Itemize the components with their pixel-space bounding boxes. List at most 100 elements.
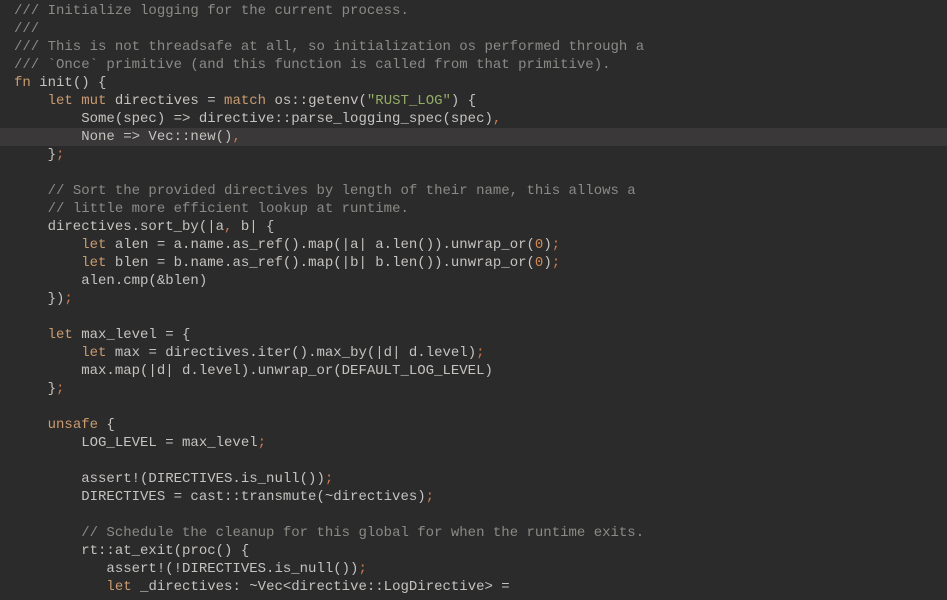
code-line[interactable]: directives.sort_by(|a, b| { (14, 218, 947, 236)
token-orange_punct: , (232, 129, 240, 145)
token-comment: /// (14, 21, 39, 37)
token-orange_punct: ; (552, 255, 560, 271)
code-line[interactable] (14, 506, 947, 524)
code-line[interactable]: LOG_LEVEL = max_level; (14, 434, 947, 452)
token-orange_punct: ; (358, 561, 366, 577)
token-orange_punct: ; (426, 489, 434, 505)
token-string: "RUST_LOG" (367, 93, 451, 109)
token-punct: () { (73, 75, 107, 91)
token-ident: alen.cmp(&blen) (14, 273, 207, 289)
token-ident: blen = b.name.as_ref().map(|b| b.len()).… (106, 255, 534, 271)
token-orange_punct: ; (552, 237, 560, 253)
token-ident: b| { (232, 219, 274, 235)
code-line[interactable]: }; (14, 380, 947, 398)
token-orange_punct: ; (64, 291, 72, 307)
code-line[interactable]: rt::at_exit(proc() { (14, 542, 947, 560)
token-keyword: let (81, 255, 106, 271)
token-orange_punct: ; (56, 381, 64, 397)
code-line[interactable] (14, 398, 947, 416)
token-ident: directives = (106, 93, 224, 109)
code-line[interactable]: max.map(|d| d.level).unwrap_or(DEFAULT_L… (14, 362, 947, 380)
code-line[interactable]: let max = directives.iter().max_by(|d| d… (14, 344, 947, 362)
token-keyword: fn (14, 75, 31, 91)
token-keyword: match (224, 93, 266, 109)
code-editor[interactable]: /// Initialize logging for the current p… (14, 2, 947, 596)
token-keyword: let mut (48, 93, 107, 109)
token-ident (14, 579, 106, 595)
token-ident: ) (543, 237, 551, 253)
code-line[interactable] (14, 164, 947, 182)
token-ident: os::getenv( (266, 93, 367, 109)
token-keyword: let (81, 345, 106, 361)
code-line[interactable]: let max_level = { (14, 326, 947, 344)
code-line[interactable] (14, 308, 947, 326)
token-comment: /// This is not threadsafe at all, so in… (14, 39, 644, 55)
token-ident (14, 327, 48, 343)
token-ident: alen = a.name.as_ref().map(|a| a.len()).… (106, 237, 534, 253)
code-line[interactable]: let _directives: ~Vec<directive::LogDire… (14, 578, 947, 596)
token-keyword: let (48, 327, 73, 343)
code-line[interactable]: }); (14, 290, 947, 308)
token-ident: assert!(!DIRECTIVES.is_null()) (14, 561, 358, 577)
code-line[interactable]: // Sort the provided directives by lengt… (14, 182, 947, 200)
token-ident (14, 93, 48, 109)
code-line[interactable]: /// Initialize logging for the current p… (14, 2, 947, 20)
token-ident: assert!(DIRECTIVES.is_null()) (14, 471, 325, 487)
code-line[interactable]: assert!(!DIRECTIVES.is_null()); (14, 560, 947, 578)
token-def: init (31, 75, 73, 91)
token-keyword: let (81, 237, 106, 253)
code-line[interactable]: // Schedule the cleanup for this global … (14, 524, 947, 542)
code-line[interactable]: DIRECTIVES = cast::transmute(~directives… (14, 488, 947, 506)
token-ident: LOG_LEVEL = max_level (14, 435, 258, 451)
token-ident: DIRECTIVES = cast::transmute(~directives… (14, 489, 426, 505)
token-ident: ) (543, 255, 551, 271)
code-line[interactable]: assert!(DIRECTIVES.is_null()); (14, 470, 947, 488)
token-ident (14, 183, 48, 199)
code-line[interactable]: alen.cmp(&blen) (14, 272, 947, 290)
code-line[interactable]: fn init() { (14, 74, 947, 92)
code-line[interactable]: let alen = a.name.as_ref().map(|a| a.len… (14, 236, 947, 254)
code-line[interactable] (14, 452, 947, 470)
token-ident: Some(spec) => directive::parse_logging_s… (14, 111, 493, 127)
token-ident: max_level = { (73, 327, 191, 343)
code-line[interactable]: /// This is not threadsafe at all, so in… (14, 38, 947, 56)
token-ident: } (14, 381, 56, 397)
token-keyword: let (106, 579, 131, 595)
token-ident (14, 345, 81, 361)
code-line[interactable]: // little more efficient lookup at runti… (14, 200, 947, 218)
token-comment: // Sort the provided directives by lengt… (48, 183, 636, 199)
token-orange_punct: ; (258, 435, 266, 451)
token-ident: max.map(|d| d.level).unwrap_or(DEFAULT_L… (14, 363, 493, 379)
token-ident: { (98, 417, 115, 433)
code-line[interactable]: unsafe { (14, 416, 947, 434)
token-ident: None => Vec::new() (14, 129, 232, 145)
token-orange_punct: , (493, 111, 501, 127)
token-ident: } (14, 147, 56, 163)
token-comment: // Schedule the cleanup for this global … (81, 525, 644, 541)
token-keyword: unsafe (48, 417, 98, 433)
token-ident (14, 237, 81, 253)
code-line[interactable]: None => Vec::new(), (0, 128, 947, 146)
token-orange_punct: ; (325, 471, 333, 487)
code-line[interactable]: /// `Once` primitive (and this function … (14, 56, 947, 74)
token-ident (14, 525, 81, 541)
token-comment: /// `Once` primitive (and this function … (14, 57, 611, 73)
code-line[interactable]: /// (14, 20, 947, 38)
token-comment: /// Initialize logging for the current p… (14, 3, 409, 19)
token-comment: // little more efficient lookup at runti… (48, 201, 409, 217)
token-punct: ) { (451, 93, 476, 109)
code-line[interactable]: let mut directives = match os::getenv("R… (14, 92, 947, 110)
token-ident: _directives: ~Vec<directive::LogDirectiv… (132, 579, 510, 595)
code-line[interactable]: }; (14, 146, 947, 164)
code-line[interactable]: let blen = b.name.as_ref().map(|b| b.len… (14, 254, 947, 272)
token-ident: max = directives.iter().max_by(|d| d.lev… (106, 345, 476, 361)
token-ident (14, 417, 48, 433)
token-ident: rt::at_exit(proc() { (14, 543, 249, 559)
token-ident: }) (14, 291, 64, 307)
token-ident (14, 255, 81, 271)
token-orange_punct: ; (476, 345, 484, 361)
token-ident: directives.sort_by(|a (14, 219, 224, 235)
code-line[interactable]: Some(spec) => directive::parse_logging_s… (14, 110, 947, 128)
token-ident (14, 201, 48, 217)
token-orange_punct: ; (56, 147, 64, 163)
